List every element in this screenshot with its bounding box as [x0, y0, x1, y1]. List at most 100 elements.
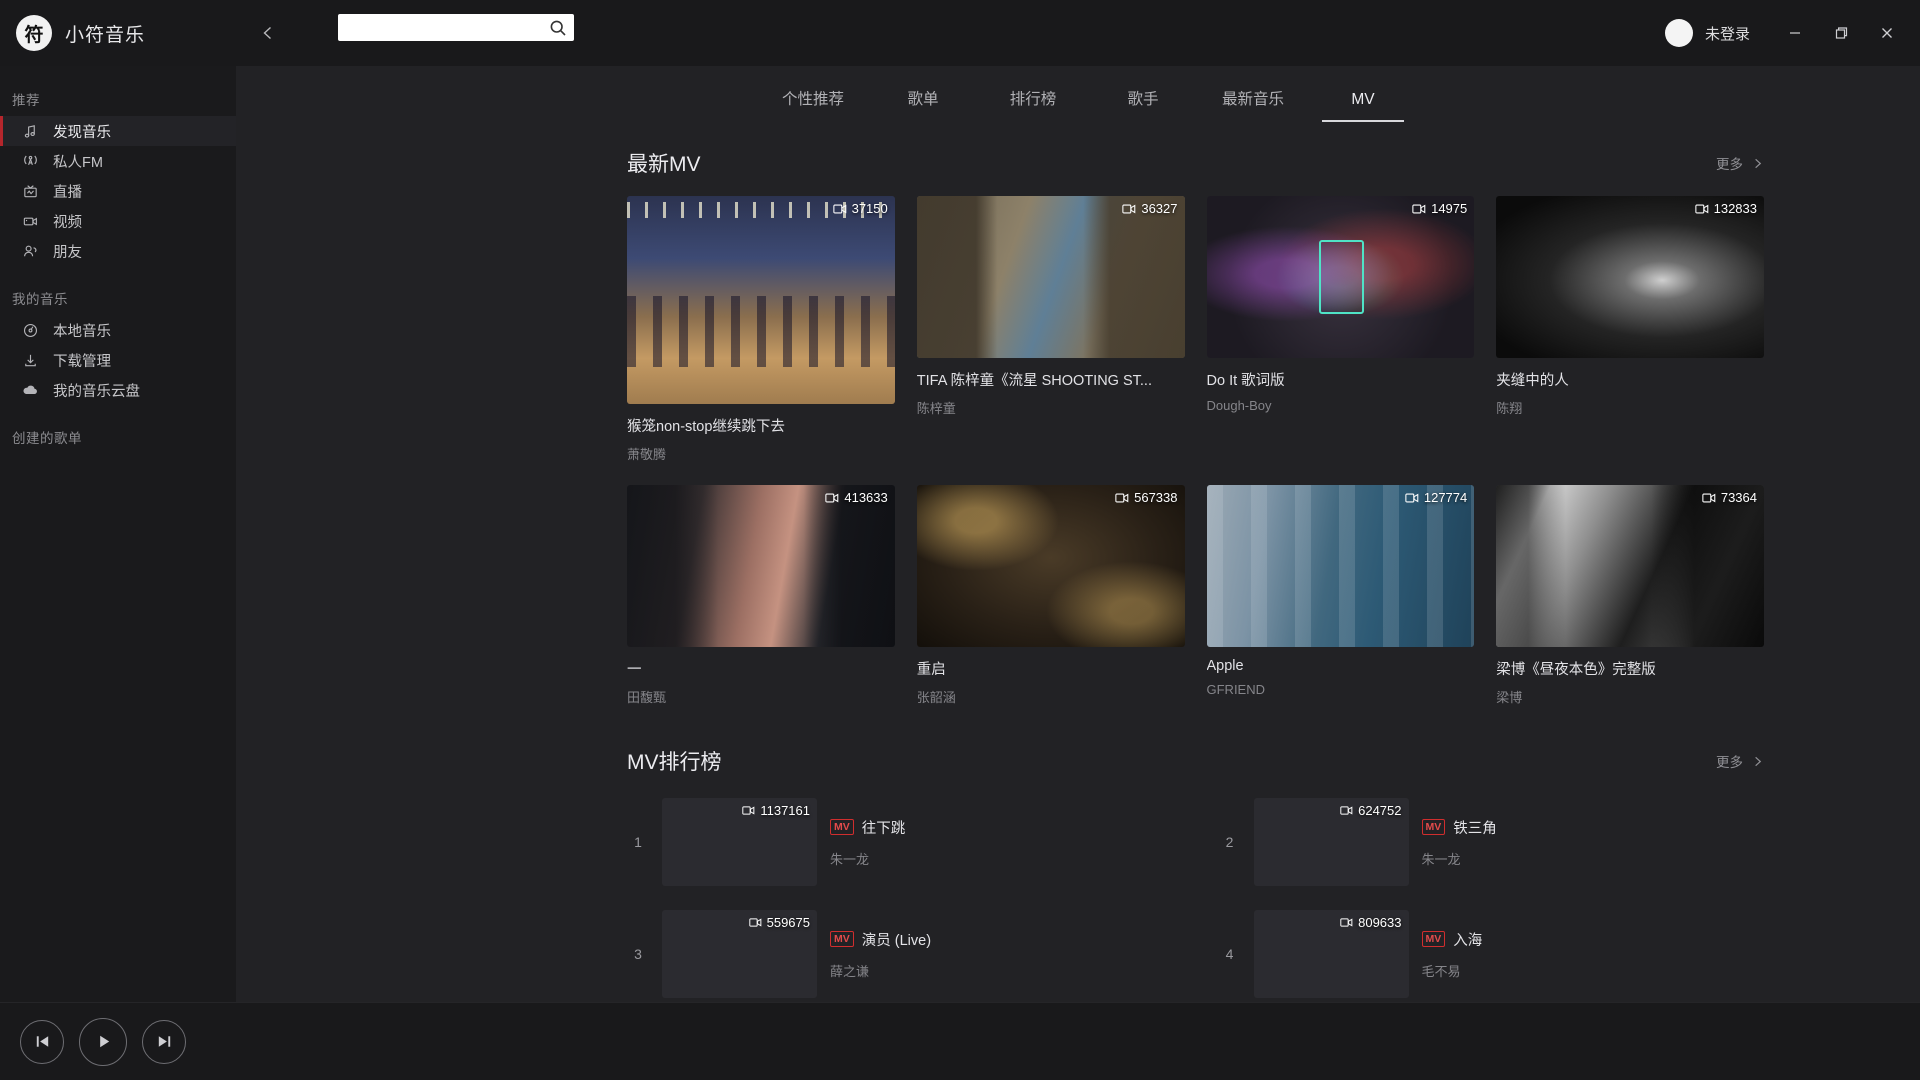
rank-title[interactable]: 演员 (Live): [862, 929, 931, 950]
rank-title-line: MV 入海: [1421, 929, 1765, 950]
tab-artists[interactable]: 歌手: [1088, 87, 1198, 122]
skip-next-button[interactable]: [142, 1019, 186, 1064]
thumbnail-art-overlay: [627, 295, 895, 367]
sidebar-item-live[interactable]: 直播: [0, 176, 236, 206]
sidebar-item-label: 我的音乐云盘: [53, 383, 140, 400]
mv-artist[interactable]: 陈翔: [1496, 398, 1764, 417]
rank-thumbnail[interactable]: 624752: [1253, 798, 1409, 886]
latest-mv-header: 最新MV 更多: [627, 148, 1764, 178]
close-button[interactable]: [1864, 10, 1910, 56]
mv-artist[interactable]: 萧敬腾: [627, 444, 895, 463]
minimize-button[interactable]: [1772, 10, 1818, 56]
titlebar-right: 未登录: [1664, 10, 1920, 56]
mv-rank-more-button[interactable]: 更多: [1716, 751, 1764, 771]
rank-artist[interactable]: 毛不易: [1422, 961, 1765, 980]
avatar[interactable]: [1664, 19, 1693, 47]
status-badge: MV: [830, 819, 854, 835]
video-camera-icon: [20, 211, 40, 231]
radio-icon: [20, 151, 40, 171]
play-count-icon: [832, 204, 846, 213]
mv-card[interactable]: 567338 重启 张韶涵: [916, 485, 1185, 706]
mv-thumbnail[interactable]: 14975: [1206, 196, 1475, 358]
mv-title[interactable]: 一: [627, 658, 895, 679]
search-input[interactable]: [338, 14, 574, 41]
mv-card[interactable]: 127774 Apple GFRIEND: [1206, 485, 1475, 706]
mv-title[interactable]: 猴笼non-stop继续跳下去: [627, 415, 895, 436]
play-count: 567338: [1115, 490, 1178, 505]
table-row[interactable]: 2 624752 MV 铁三角 朱一龙: [1219, 794, 1765, 890]
mv-artist[interactable]: 梁博: [1496, 687, 1764, 706]
maximize-button[interactable]: [1818, 10, 1864, 56]
play-count-icon: [1340, 806, 1353, 815]
mv-card[interactable]: 413633 一 田馥甄: [627, 485, 895, 706]
mv-card[interactable]: 14975 Do It 歌词版 Dough-Boy: [1206, 196, 1475, 463]
mv-title[interactable]: 重启: [917, 658, 1185, 679]
rank-title[interactable]: 入海: [1453, 929, 1482, 950]
rank-artist[interactable]: 朱一龙: [830, 849, 1173, 868]
rank-title[interactable]: 往下跳: [862, 817, 906, 838]
mv-thumbnail[interactable]: 567338: [916, 485, 1185, 647]
sidebar-item-download-manager[interactable]: 下载管理: [0, 345, 236, 375]
play-count: 37150: [832, 201, 888, 216]
tab-playlists[interactable]: 歌单: [868, 87, 978, 122]
play-count-icon: [1694, 204, 1708, 213]
rank-artist[interactable]: 薛之谦: [830, 961, 1173, 980]
mv-thumbnail[interactable]: 413633: [627, 485, 895, 647]
mv-thumbnail[interactable]: 37150: [627, 196, 895, 404]
sidebar-item-local-music[interactable]: 本地音乐: [0, 315, 236, 345]
play-button[interactable]: [79, 1017, 127, 1066]
mv-artist[interactable]: GFRIEND: [1207, 682, 1475, 697]
table-row[interactable]: 3 559675 MV 演员 (Live) 薛之谦: [627, 906, 1173, 1002]
mv-card[interactable]: 73364 梁博《昼夜本色》完整版 梁博: [1496, 485, 1764, 706]
rank-thumbnail[interactable]: 809633: [1253, 910, 1409, 998]
chevron-left-icon[interactable]: [248, 13, 288, 53]
mv-title[interactable]: Apple: [1207, 658, 1475, 674]
rank-thumbnail[interactable]: 1137161: [662, 798, 817, 886]
mv-card[interactable]: 36327 TIFA 陈梓童《流星 SHOOTING ST... 陈梓童: [916, 196, 1185, 463]
table-row[interactable]: 4 809633 MV 入海 毛不易: [1219, 906, 1765, 1002]
mv-title[interactable]: 梁博《昼夜本色》完整版: [1496, 658, 1764, 679]
music-note-icon: [20, 121, 40, 141]
rank-title[interactable]: 铁三角: [1453, 817, 1497, 838]
table-row[interactable]: 1 1137161 MV 往下跳 朱一龙: [627, 794, 1173, 890]
rank-thumbnail[interactable]: 559675: [662, 910, 817, 998]
tab-charts[interactable]: 排行榜: [978, 87, 1088, 122]
mv-thumbnail[interactable]: 73364: [1496, 485, 1764, 647]
status-badge: MV: [830, 931, 854, 947]
mv-artist[interactable]: 田馥甄: [627, 687, 895, 706]
mv-artist[interactable]: Dough-Boy: [1207, 398, 1475, 413]
tab-latest-music[interactable]: 最新音乐: [1198, 87, 1308, 122]
mv-title[interactable]: Do It 歌词版: [1207, 369, 1475, 390]
mv-artist[interactable]: 张韶涵: [917, 687, 1185, 706]
sidebar-item-discover-music[interactable]: 发现音乐: [0, 116, 236, 146]
mv-thumbnail[interactable]: 127774: [1206, 485, 1475, 647]
rank-artist[interactable]: 朱一龙: [1422, 849, 1765, 868]
skip-previous-button[interactable]: [20, 1019, 64, 1064]
mv-card[interactable]: 37150 猴笼non-stop继续跳下去 萧敬腾: [627, 196, 895, 463]
play-count-value: 37150: [851, 201, 888, 216]
player-bar: [0, 1002, 1920, 1080]
tab-mv[interactable]: MV: [1308, 91, 1418, 122]
search-icon[interactable]: [549, 19, 567, 37]
mv-thumbnail[interactable]: 36327: [916, 196, 1185, 358]
sidebar-item-friends[interactable]: 朋友: [0, 236, 236, 266]
search-input-area[interactable]: [338, 14, 574, 41]
latest-mv-grid: 37150 猴笼non-stop继续跳下去 萧敬腾 36327 TIFA 陈梓童…: [627, 196, 1764, 706]
mv-artist[interactable]: 陈梓童: [917, 398, 1185, 417]
sidebar-item-video[interactable]: 视频: [0, 206, 236, 236]
sidebar-item-music-cloud-disk[interactable]: 我的音乐云盘: [0, 375, 236, 405]
mv-thumbnail[interactable]: 132833: [1496, 196, 1764, 358]
mv-rank-title: MV排行榜: [627, 751, 722, 774]
content-scroll-area[interactable]: 最新MV 更多 37150 猴笼non-stop继续跳下去 萧敬腾 36327 …: [236, 122, 1920, 1002]
latest-mv-more-button[interactable]: 更多: [1716, 153, 1764, 173]
mv-title[interactable]: 夹缝中的人: [1496, 369, 1764, 390]
search-box[interactable]: [338, 14, 574, 41]
mv-card[interactable]: 132833 夹缝中的人 陈翔: [1496, 196, 1764, 463]
rank-number: 1: [634, 834, 642, 850]
mv-title[interactable]: TIFA 陈梓童《流星 SHOOTING ST...: [917, 369, 1185, 390]
sidebar-group-title-created-playlists: 创建的歌单: [12, 431, 82, 446]
sidebar-item-private-fm[interactable]: 私人FM: [0, 146, 236, 176]
rank-number: 3: [634, 946, 642, 962]
tab-personal-recommend[interactable]: 个性推荐: [758, 87, 868, 122]
login-status[interactable]: 未登录: [1705, 23, 1750, 44]
